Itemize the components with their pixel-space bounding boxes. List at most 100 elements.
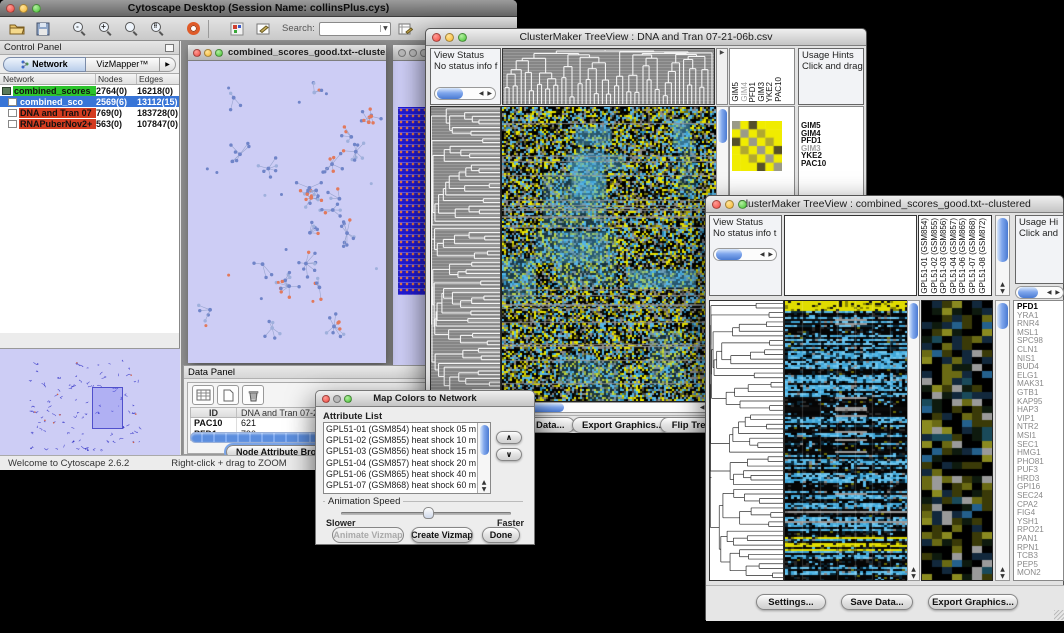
treeview1-title: ClusterMaker TreeView : DNA and Tran 07-… [426, 31, 866, 43]
tab-network[interactable]: Network [3, 57, 86, 72]
zoom-button[interactable] [215, 49, 223, 57]
tv2-top-vscrollbar[interactable]: ▲▼ [995, 215, 1010, 296]
tv2-settings-button[interactable]: Settings... [756, 594, 826, 610]
save-button[interactable] [32, 19, 54, 39]
tv2-gene-label[interactable]: MON2 [1017, 569, 1044, 578]
tv2-global-heatmap[interactable] [784, 300, 909, 581]
tv2-export-graphics-button[interactable]: Export Graphics... [928, 594, 1018, 610]
close-button[interactable] [6, 4, 15, 13]
new-attribute-button[interactable] [217, 385, 239, 405]
minimize-button[interactable] [445, 33, 454, 42]
zoom-in-button[interactable]: + [94, 19, 116, 39]
tv1-column-label: GIM5 [732, 82, 740, 102]
move-down-button[interactable]: ∨ [496, 448, 522, 461]
col-header-nodes[interactable]: Nodes [96, 74, 137, 84]
tv2-save-data-button[interactable]: Save Data... [841, 594, 913, 610]
animation-slider[interactable] [341, 512, 511, 515]
tab-vizmapper[interactable]: VizMapper™ [86, 57, 160, 72]
network-window1-titlebar[interactable]: combined_scores_good.txt--cluste... [188, 45, 386, 61]
page-icon [8, 120, 17, 128]
main-titlebar[interactable]: Cytoscape Desktop (Session Name: collins… [0, 0, 517, 17]
dialog-titlebar[interactable]: Map Colors to Network [316, 391, 534, 407]
attribute-list-item[interactable]: GPL51-02 (GSM855) heat shock 10 min [326, 435, 476, 446]
tv1-global-heatmap[interactable] [501, 106, 717, 402]
search-dropdown-icon[interactable]: ▼ [380, 25, 390, 32]
minimize-button[interactable] [333, 395, 341, 403]
attribute-browser-button[interactable] [395, 19, 417, 39]
overview-viewport-rect[interactable] [92, 387, 123, 429]
vizmapper-button[interactable] [226, 19, 248, 39]
new-doc-icon [222, 389, 234, 402]
col-header-network[interactable]: Network [0, 74, 96, 84]
create-vizmap-button[interactable]: Create Vizmap [411, 527, 473, 543]
tv1-export-graphics-button[interactable]: Export Graphics... [572, 417, 674, 433]
tv2-status-scrollbar[interactable]: ◀ ▶ [713, 248, 777, 261]
move-up-button[interactable]: ∧ [496, 431, 522, 444]
col-header-edges[interactable]: Edges [137, 74, 179, 84]
tv1-row-dendrogram[interactable] [430, 106, 501, 400]
tv2-gene-labels-panel: PFD1YRA1RNR4MSL1SPC98CLN1NIS1BUD4ELG1MAK… [1013, 300, 1064, 581]
network-canvas-1[interactable] [188, 61, 386, 363]
delete-attribute-button[interactable] [242, 385, 264, 405]
attribute-listbox[interactable]: GPL51-01 (GSM854) heat shock 05 minGPL51… [323, 422, 491, 494]
tv2-mid-vscrollbar[interactable]: ▲▼ [907, 300, 920, 581]
zoom-selected-button[interactable]: ⠿ [146, 19, 168, 39]
attribute-list-item[interactable]: GPL51-04 (GSM857) heat shock 20 min [326, 458, 476, 469]
zoom-button[interactable] [458, 33, 467, 42]
attribute-list-item[interactable]: GPL51-07 (GSM868) heat shock 60 min [326, 480, 476, 491]
zoom-button[interactable] [32, 4, 41, 13]
network-table-row[interactable]: combined_sco2569(6)13112(15) [0, 96, 179, 107]
treeview2-titlebar[interactable]: ClusterMaker TreeView : combined_scores_… [706, 196, 1063, 213]
close-button[interactable] [432, 33, 441, 42]
network-table-row[interactable]: DNA and Tran 07769(0)183728(0) [0, 107, 179, 118]
close-button[interactable] [712, 200, 721, 209]
zoom-out-button[interactable]: - [68, 19, 90, 39]
tv2-usage-scrollbar[interactable]: ◀ ▶ [1015, 286, 1064, 299]
tv1-zoom-heatmap[interactable] [732, 121, 782, 171]
help-button[interactable] [182, 19, 204, 39]
zoom-fit-button[interactable] [120, 19, 142, 39]
tv1-status-scrollbar[interactable]: ◀ ▶ [434, 87, 496, 100]
window-controls[interactable] [6, 4, 41, 13]
tv2-button-bar: Settings... Save Data... Export Graphics… [706, 585, 1064, 621]
network-nodes-count: 2764(0) [96, 86, 137, 96]
tab-overflow-button[interactable]: ▶ [160, 57, 176, 72]
minimize-button[interactable] [725, 200, 734, 209]
network-table-row[interactable]: RNAPuberNov2+563(0)107847(0) [0, 118, 179, 129]
folder-icon [2, 87, 11, 95]
network-nodes-count: 2569(6) [96, 97, 137, 107]
network-overview[interactable] [0, 348, 180, 455]
open-file-button[interactable] [6, 19, 28, 39]
attribute-list-item[interactable]: GPL51-06 (GSM865) heat shock 40 min [326, 469, 476, 480]
attribute-list-item[interactable]: GPL51-01 (GSM854) heat shock 05 min [326, 424, 476, 435]
tv2-right-vscrollbar[interactable]: ▲▼ [995, 300, 1010, 581]
select-attributes-button[interactable] [192, 385, 214, 405]
tv1-column-label: PFD1 [749, 82, 757, 102]
tv2-zoom-heatmap[interactable] [921, 300, 993, 581]
minimize-button[interactable] [409, 49, 417, 57]
attribute-list-item[interactable]: GPL51-03 (GSM856) heat shock 15 min [326, 446, 476, 457]
resize-grip[interactable] [1054, 610, 1064, 620]
data-col-id[interactable]: ID [191, 408, 237, 417]
close-button[interactable] [193, 49, 201, 57]
tv2-usage-text: Click and [1016, 228, 1063, 239]
zoom-button[interactable] [344, 395, 352, 403]
search-input[interactable]: ▼ [319, 22, 391, 36]
animate-vizmap-button[interactable]: Animate Vizmap [332, 527, 404, 543]
zoom-button[interactable] [738, 200, 747, 209]
tv2-column-dendrogram-area[interactable] [784, 215, 917, 296]
attribute-list-scrollbar[interactable]: ▲▼ [477, 423, 490, 493]
minimize-button[interactable] [19, 4, 28, 13]
minimize-button[interactable] [204, 49, 212, 57]
network-nodes-count: 769(0) [96, 108, 137, 118]
slider-thumb[interactable] [423, 507, 434, 519]
treeview1-titlebar[interactable]: ClusterMaker TreeView : DNA and Tran 07-… [426, 29, 866, 46]
tv2-gene-dendrogram[interactable] [709, 300, 784, 581]
annotation-button[interactable] [252, 19, 274, 39]
done-button[interactable]: Done [482, 527, 520, 543]
tv1-column-dendrogram[interactable] [502, 48, 715, 105]
float-panel-icon[interactable] [165, 44, 174, 52]
close-button[interactable] [322, 395, 330, 403]
close-button[interactable] [398, 49, 406, 57]
network-table-row[interactable]: combined_scores_2764(0)16218(0) [0, 85, 179, 96]
